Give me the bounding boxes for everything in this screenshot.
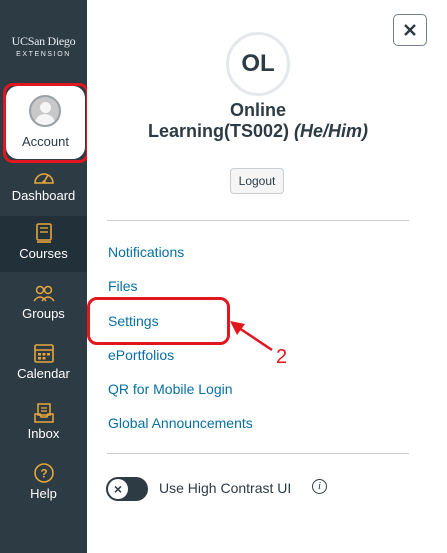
sidebar-item-dashboard[interactable]: Dashboard — [0, 166, 87, 203]
sidebar-item-inbox[interactable]: Inbox — [0, 402, 87, 441]
calendar-icon — [33, 344, 54, 363]
sidebar-item-label: Inbox — [27, 426, 60, 441]
sidebar-item-label: Help — [30, 486, 57, 501]
svg-text:?: ? — [40, 467, 47, 481]
groups-icon — [32, 285, 55, 302]
dashboard-icon — [33, 173, 54, 184]
inbox-icon — [33, 403, 54, 423]
sidebar-item-label: Courses — [19, 246, 68, 261]
tray-divider-top — [107, 220, 409, 221]
info-icon[interactable]: i — [312, 479, 327, 494]
settings-highlight-box — [87, 297, 230, 345]
sidebar-item-label: Calendar — [17, 366, 70, 381]
sidebar-item-label: Dashboard — [11, 188, 76, 203]
high-contrast-label: Use High Contrast UI — [159, 480, 292, 496]
high-contrast-toggle[interactable]: × — [106, 477, 148, 501]
logo-line1: UCSan Diego — [11, 34, 76, 48]
user-pronouns: (He/Him) — [294, 121, 369, 141]
user-name-line2: Learning(TS002) — [147, 121, 289, 141]
sidebar-item-groups[interactable]: Groups — [0, 284, 87, 321]
user-name-line1: Online — [229, 100, 286, 120]
sidebar-item-label: Groups — [22, 306, 65, 321]
logo-line2: EXTENSION — [16, 51, 71, 58]
annotation-arrow-icon — [230, 321, 273, 352]
tray-link-files[interactable]: Files — [108, 278, 138, 294]
tray-divider-bottom — [107, 453, 409, 454]
sidebar-item-calendar[interactable]: Calendar — [0, 342, 87, 381]
help-icon: ? — [33, 463, 54, 483]
close-tray-button[interactable] — [393, 14, 427, 46]
sidebar-item-courses[interactable]: Courses — [0, 216, 87, 272]
user-avatar: OL — [226, 32, 290, 96]
toggle-off-icon: × — [108, 479, 128, 499]
courses-icon — [35, 223, 52, 243]
sidebar-item-help[interactable]: ? Help — [0, 462, 87, 501]
tray-link-global-announcements[interactable]: Global Announcements — [108, 415, 253, 431]
annotation-step-2: 2 — [276, 346, 288, 368]
logout-button[interactable]: Logout — [230, 168, 284, 194]
ucsd-extension-logo[interactable]: UCSan Diego EXTENSION — [0, 34, 87, 58]
tray-link-qr-mobile-login[interactable]: QR for Mobile Login — [108, 381, 233, 397]
user-display-name: Online Learning(TS002) (He/Him) — [100, 100, 416, 142]
tray-link-eportfolios[interactable]: ePortfolios — [108, 347, 174, 363]
user-avatar-initials: OL — [241, 50, 275, 77]
account-highlight-box — [3, 83, 89, 163]
close-icon — [404, 24, 416, 36]
tray-link-notifications[interactable]: Notifications — [108, 244, 184, 260]
